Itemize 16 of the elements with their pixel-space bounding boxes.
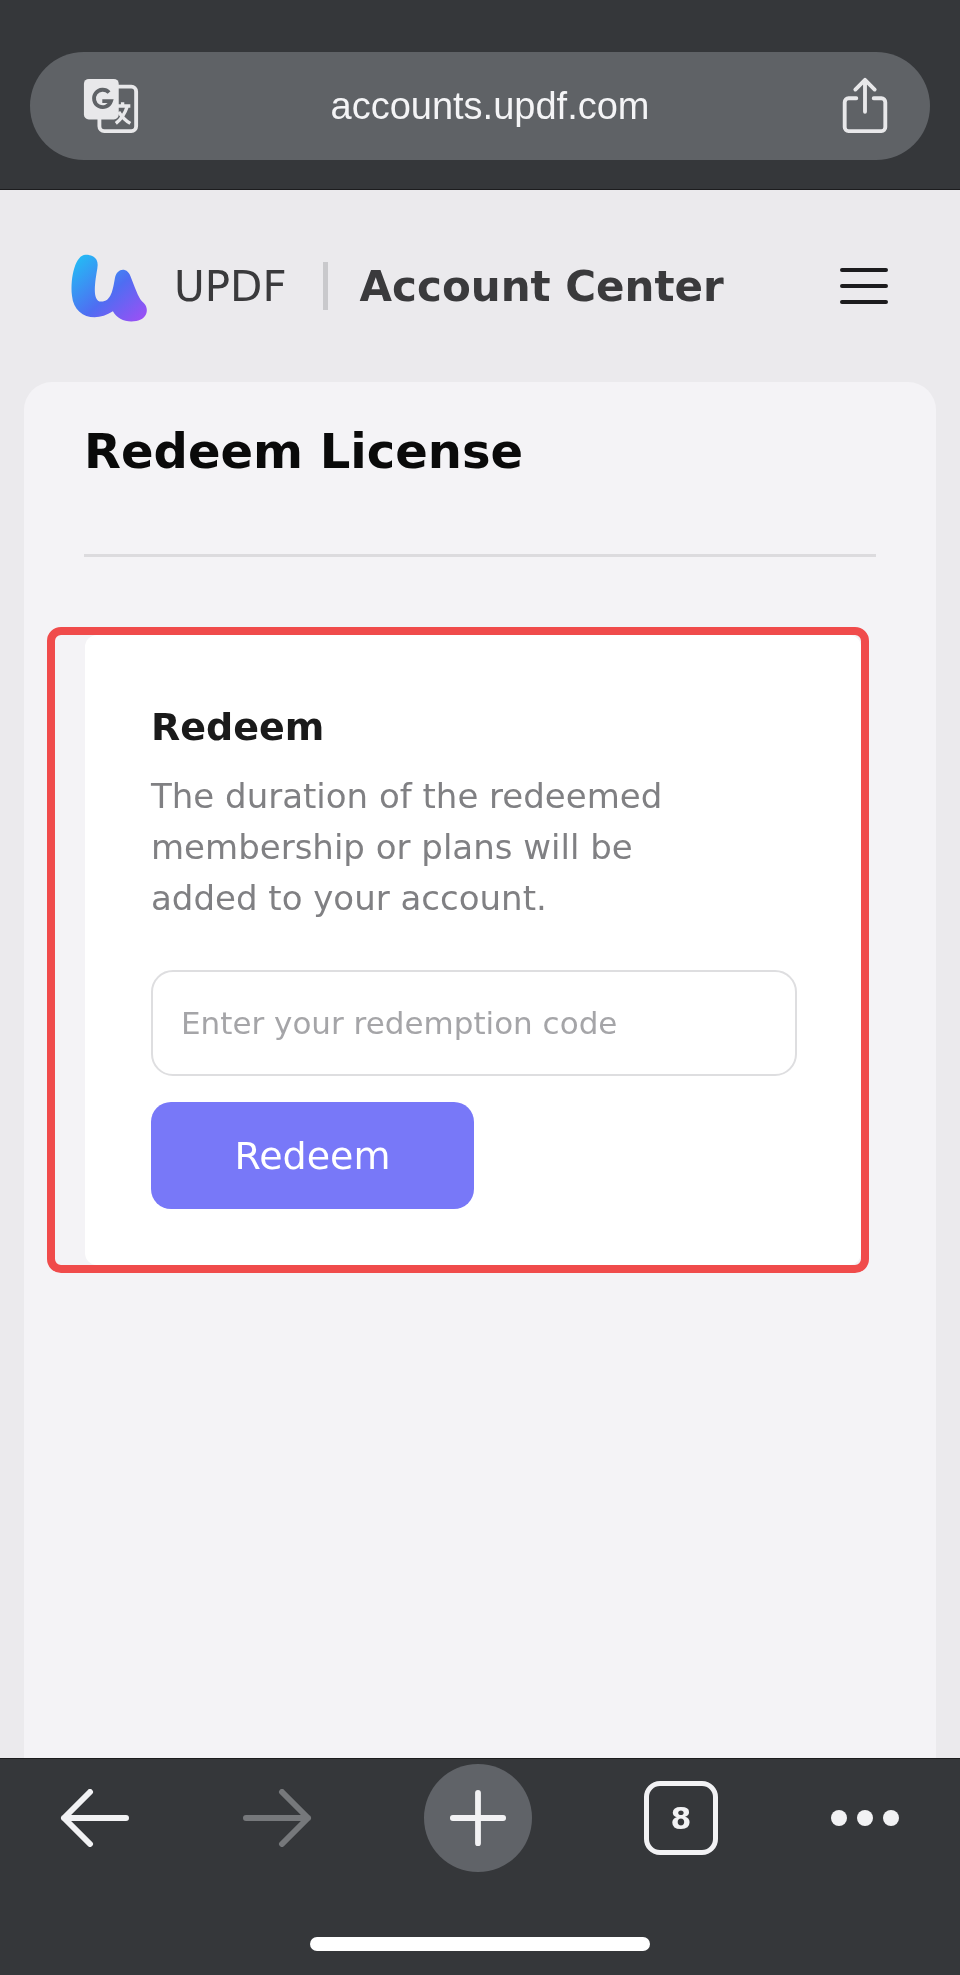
tab-count-button[interactable]: 8 [644,1781,718,1855]
address-bar[interactable]: accounts.updf.com [30,52,930,160]
plus-icon [449,1789,507,1847]
more-icon[interactable] [830,1809,900,1827]
redeem-button[interactable]: Redeem [151,1102,474,1210]
redemption-code-field[interactable]: Enter your redemption code [151,970,797,1077]
card-heading: Redeem [151,705,326,750]
share-icon[interactable] [840,77,890,135]
menu-icon[interactable] [840,266,888,306]
translate-icon[interactable] [82,77,140,135]
back-icon[interactable] [60,1789,130,1847]
section-title: Account Center [359,261,724,311]
card-description: The duration of the redeemed membership or plans will be added to your account. [151,775,664,921]
brand-name: UPDF [174,261,287,311]
url-text: accounts.updf.com [329,84,651,128]
page-title: Redeem License [84,422,525,481]
